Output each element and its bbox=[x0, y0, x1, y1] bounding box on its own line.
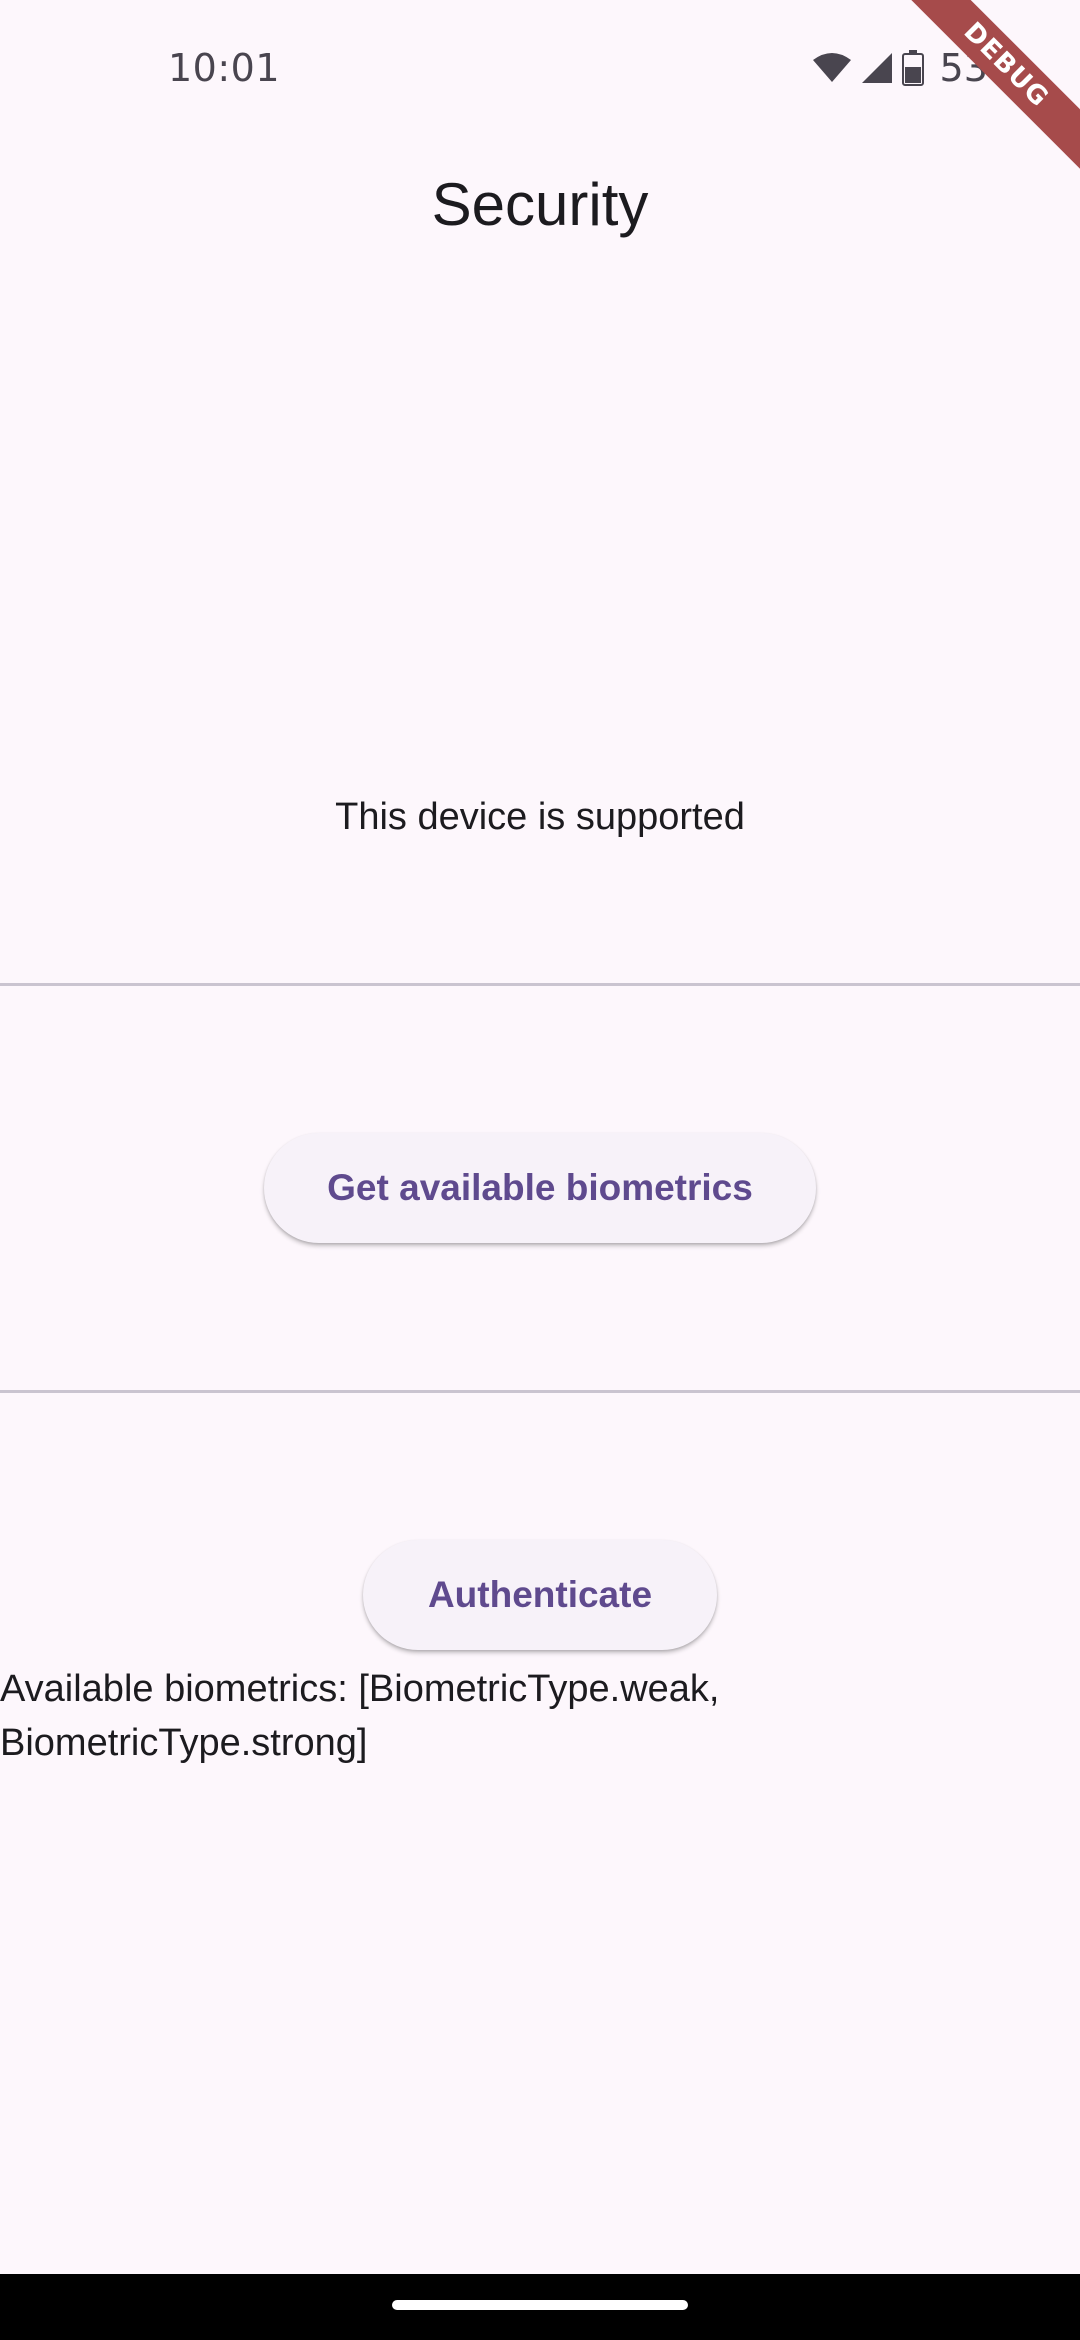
status-icons: 53% bbox=[812, 46, 1024, 90]
battery-percentage: 53% bbox=[939, 46, 1024, 90]
status-bar: 10:01 53% bbox=[0, 0, 1080, 140]
cellular-signal-icon bbox=[860, 51, 894, 85]
divider-bottom bbox=[0, 1390, 1080, 1393]
system-navigation-bar bbox=[0, 2274, 1080, 2340]
get-available-biometrics-button[interactable]: Get available biometrics bbox=[264, 1133, 816, 1243]
authenticate-button[interactable]: Authenticate bbox=[363, 1540, 717, 1650]
status-time: 10:01 bbox=[168, 46, 281, 90]
page-title: Security bbox=[431, 171, 649, 238]
available-biometrics-result: Available biometrics: [BiometricType.wea… bbox=[0, 1662, 800, 1770]
wifi-icon bbox=[812, 52, 852, 84]
battery-icon bbox=[901, 50, 924, 86]
result-line-1: Available biometrics: [BiometricType.wea… bbox=[0, 1668, 720, 1710]
device-support-status: This device is supported bbox=[335, 796, 745, 838]
home-indicator[interactable] bbox=[392, 2300, 688, 2310]
divider-top bbox=[0, 983, 1080, 986]
result-line-2: BiometricType.strong] bbox=[0, 1722, 368, 1764]
